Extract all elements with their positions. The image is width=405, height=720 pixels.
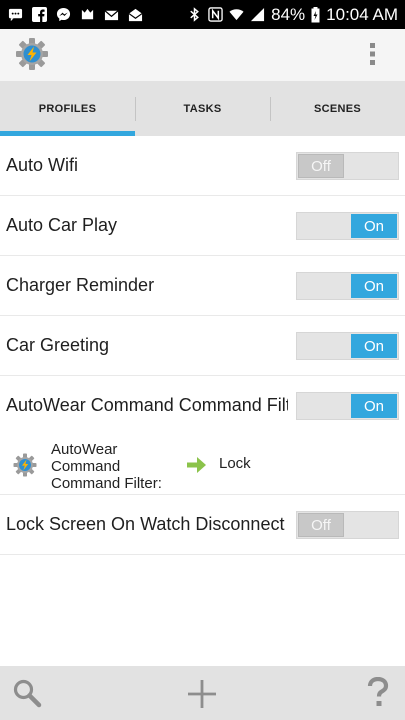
profile-name: Auto Wifi <box>6 155 79 175</box>
nfc-icon <box>208 7 223 22</box>
profile-row-autowear-command[interactable]: AutoWear Command Command Filter On <box>0 376 405 435</box>
messenger-icon <box>56 7 71 22</box>
arrow-right-icon <box>187 457 206 473</box>
profile-row-auto-wifi[interactable]: Auto Wifi Off <box>0 136 405 196</box>
profile-name: Car Greeting <box>6 335 110 355</box>
profile-toggle[interactable]: On <box>296 212 399 240</box>
tab-scenes[interactable]: SCENES <box>270 81 405 136</box>
bluetooth-icon <box>190 7 200 22</box>
clock: 10:04 AM <box>326 4 398 24</box>
toggle-label: On <box>351 394 397 418</box>
profile-name: Charger Reminder <box>6 275 155 295</box>
wifi-icon <box>229 9 244 21</box>
context-label: AutoWear Command Command Filter: <box>51 441 162 492</box>
tab-bar: PROFILES TASKS SCENES <box>0 81 405 136</box>
app-notification-icon <box>81 8 94 20</box>
autowear-gear-icon <box>13 453 37 477</box>
profile-name: Lock Screen On Watch Disconnect <box>6 514 285 534</box>
profile-row-lock-screen[interactable]: Lock Screen On Watch Disconnect Off <box>0 495 405 555</box>
toggle-label: On <box>351 334 397 358</box>
profile-row-charger-reminder[interactable]: Charger Reminder On <box>0 256 405 316</box>
toggle-label: Off <box>298 513 344 537</box>
linked-task-name[interactable]: Lock <box>219 455 251 472</box>
tasker-gear-icon[interactable] <box>15 37 49 71</box>
profile-toggle[interactable]: Off <box>296 511 399 539</box>
battery-percent: 84% <box>271 4 306 24</box>
profile-list: Auto Wifi Off Auto Car Play On Charger R… <box>0 136 405 555</box>
status-bar: 84% 10:04 AM <box>0 0 405 29</box>
search-icon[interactable] <box>12 678 42 708</box>
profile-toggle[interactable]: On <box>296 272 399 300</box>
profile-expanded-detail[interactable]: AutoWear Command Command Filter: Lock <box>0 435 405 495</box>
profile-row-auto-car-play[interactable]: Auto Car Play On <box>0 196 405 256</box>
overflow-menu-icon[interactable] <box>368 41 378 67</box>
bottom-bar <box>0 666 405 720</box>
email-icon <box>104 10 119 21</box>
tab-profiles[interactable]: PROFILES <box>0 81 135 136</box>
help-icon[interactable] <box>367 677 389 709</box>
profile-row-car-greeting[interactable]: Car Greeting On <box>0 316 405 376</box>
email-open-icon <box>128 8 143 22</box>
profile-name: Auto Car Play <box>6 215 118 235</box>
profile-toggle[interactable]: On <box>296 392 399 420</box>
sms-icon <box>8 8 23 22</box>
toggle-label: Off <box>298 154 344 178</box>
profile-name: AutoWear Command Command Filter <box>6 395 288 415</box>
toggle-label: On <box>351 214 397 238</box>
facebook-icon <box>32 7 47 22</box>
tab-tasks[interactable]: TASKS <box>135 81 270 136</box>
toggle-label: On <box>351 274 397 298</box>
profile-toggle[interactable]: Off <box>296 152 399 180</box>
app-bar <box>0 29 405 81</box>
battery-icon <box>311 6 320 22</box>
profile-toggle[interactable]: On <box>296 332 399 360</box>
plus-icon[interactable] <box>187 679 217 709</box>
signal-icon <box>251 7 265 22</box>
